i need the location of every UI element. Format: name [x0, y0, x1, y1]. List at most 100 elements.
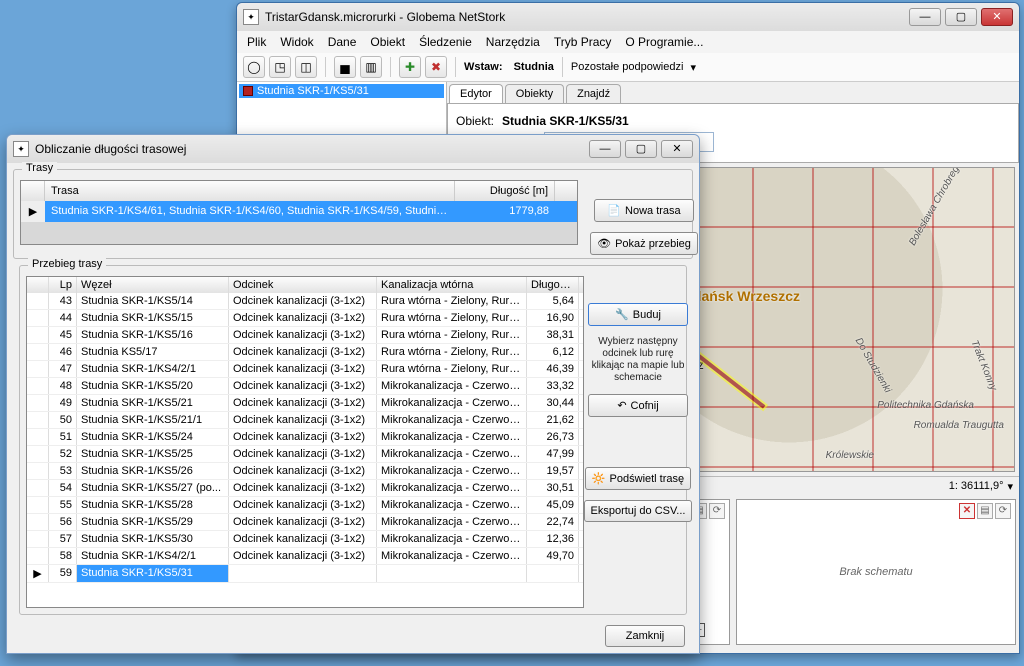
map-scale-dropdown-icon[interactable]: ▾: [1007, 480, 1013, 493]
map-traug: Romualda Traugutta: [914, 420, 1004, 431]
trasy-col-dlugosc[interactable]: Długość [m]: [455, 181, 555, 201]
table-row[interactable]: 55Studnia SKR-1/KS5/28Odcinek kanalizacj…: [27, 497, 583, 514]
map-krol: Królewskie: [826, 450, 874, 461]
table-row[interactable]: 51Studnia SKR-1/KS5/24Odcinek kanalizacj…: [27, 429, 583, 446]
gear-icon: 🔧: [615, 308, 629, 321]
map-stud: Do Studzienki: [853, 336, 893, 395]
trasy-legend: Trasy: [22, 162, 57, 174]
insert-label: Wstaw:: [464, 61, 503, 73]
toolbar-btn-5[interactable]: ▥: [360, 56, 382, 78]
tree-item-label: Studnia SKR-1/KS5/31: [257, 85, 369, 97]
window-title: TristarGdansk.microrurki - Globema NetSt…: [265, 10, 909, 24]
insert-object[interactable]: Studnia: [514, 61, 554, 73]
map-scale: 1: 36111,9°: [949, 480, 1004, 492]
trasy-table[interactable]: Trasa Długość [m] ▶ Studnia SKR-1/KS4/61…: [20, 180, 578, 245]
eye-icon: 👁: [597, 237, 611, 250]
toolbar-delete[interactable]: ✖: [425, 56, 447, 78]
dialog-maximize[interactable]: ▢: [625, 140, 657, 158]
menu-tryb-pracy[interactable]: Tryb Pracy: [554, 35, 612, 49]
schematic-right[interactable]: ✕ ▤ ⟳ Brak schematu: [736, 499, 1016, 645]
map-trakt: Trakt Konny: [968, 339, 998, 392]
dialog-title: Obliczanie długości trasowej: [35, 142, 589, 156]
menu-dane[interactable]: Dane: [328, 35, 357, 49]
trasy-col-trasa[interactable]: Trasa: [45, 181, 455, 201]
col-odcinek[interactable]: Odcinek: [229, 277, 377, 293]
toolbar-btn-4[interactable]: ▅: [334, 56, 356, 78]
build-button[interactable]: 🔧Buduj: [588, 303, 688, 326]
table-row[interactable]: 54Studnia SKR-1/KS5/27 (po...Odcinek kan…: [27, 480, 583, 497]
table-row[interactable]: 58Studnia SKR-1/KS4/2/1Odcinek kanalizac…: [27, 548, 583, 565]
no-schema-label: Brak schematu: [839, 566, 912, 578]
toolbar-btn-2[interactable]: ◳: [269, 56, 291, 78]
menu-obiekt[interactable]: Obiekt: [370, 35, 405, 49]
dialog-icon: ✦: [13, 141, 29, 157]
toolbar-add[interactable]: ✚: [399, 56, 421, 78]
doc-icon: 📄: [607, 204, 621, 217]
table-row[interactable]: ▶59Studnia SKR-1/KS5/31: [27, 565, 583, 583]
hints-dropdown[interactable]: Pozostałe podpowiedzi: [571, 61, 684, 73]
table-row[interactable]: 50Studnia SKR-1/KS5/21/1Odcinek kanaliza…: [27, 412, 583, 429]
dialog-titlebar[interactable]: ✦ Obliczanie długości trasowej — ▢ ✕: [7, 135, 699, 163]
menu-narzedzia[interactable]: Narzędzia: [486, 35, 540, 49]
przebieg-group-wrap: Przebieg trasy Lp Węzeł Odcinek Kanaliza…: [13, 265, 693, 615]
schem-close-icon[interactable]: ✕: [959, 503, 975, 519]
toolbar-btn-3[interactable]: ◫: [295, 56, 317, 78]
highlight-icon: 🔆: [592, 472, 606, 485]
close-button[interactable]: ✕: [981, 8, 1013, 26]
trasy-row-trasa: Studnia SKR-1/KS4/61, Studnia SKR-1/KS4/…: [45, 201, 455, 222]
map-chrob: Bolesława Chrobrego: [908, 167, 965, 248]
maximize-button[interactable]: ▢: [945, 8, 977, 26]
export-csv-button[interactable]: Eksportuj do CSV...: [584, 500, 693, 522]
minimize-button[interactable]: —: [909, 8, 941, 26]
main-toolbar: ◯ ◳ ◫ ▅ ▥ ✚ ✖ Wstaw: Studnia Pozostałe p…: [237, 53, 1019, 82]
tab-obiekty[interactable]: Obiekty: [505, 84, 564, 103]
tab-edytor[interactable]: Edytor: [449, 84, 503, 103]
col-wezel[interactable]: Węzeł: [77, 277, 229, 293]
show-route-button[interactable]: 👁Pokaż przebieg: [590, 232, 698, 255]
dialog-close[interactable]: ✕: [661, 140, 693, 158]
tree-item-selected[interactable]: Studnia SKR-1/KS5/31: [239, 84, 444, 98]
editor-object-value: Studnia SKR-1/KS5/31: [502, 114, 629, 128]
col-kanalizacja[interactable]: Kanalizacja wtórna: [377, 277, 527, 293]
col-dlugosc[interactable]: Długość [m]: [527, 277, 579, 293]
table-row[interactable]: 56Studnia SKR-1/KS5/29Odcinek kanalizacj…: [27, 514, 583, 531]
menu-plik[interactable]: Plik: [247, 35, 266, 49]
highlight-route-button[interactable]: 🔆Podświetl trasę: [585, 467, 691, 490]
table-row[interactable]: 46Studnia KS5/17Odcinek kanalizacji (3-1…: [27, 344, 583, 361]
dialog-close-button[interactable]: Zamknij: [605, 625, 685, 647]
table-row[interactable]: 49Studnia SKR-1/KS5/21Odcinek kanalizacj…: [27, 395, 583, 412]
schem-tool-c[interactable]: ▤: [977, 503, 993, 519]
menu-widok[interactable]: Widok: [280, 35, 313, 49]
main-menubar: Plik Widok Dane Obiekt Śledzenie Narzędz…: [237, 31, 1019, 53]
table-row[interactable]: 45Studnia SKR-1/KS5/16Odcinek kanalizacj…: [27, 327, 583, 344]
undo-button[interactable]: ↶Cofnij: [588, 394, 688, 417]
toolbar-btn-1[interactable]: ◯: [243, 56, 265, 78]
schem-tool-b[interactable]: ⟳: [709, 503, 725, 519]
tab-znajdz[interactable]: Znajdź: [566, 84, 621, 103]
table-row[interactable]: 57Studnia SKR-1/KS5/30Odcinek kanalizacj…: [27, 531, 583, 548]
col-lp[interactable]: Lp: [49, 277, 77, 293]
table-row[interactable]: 44Studnia SKR-1/KS5/15Odcinek kanalizacj…: [27, 310, 583, 327]
menu-o-programie[interactable]: O Programie...: [625, 35, 703, 49]
menu-sledzenie[interactable]: Śledzenie: [419, 35, 472, 49]
editor-tabs: Edytor Obiekty Znajdź: [447, 82, 1019, 103]
trasy-row-selected[interactable]: ▶ Studnia SKR-1/KS4/61, Studnia SKR-1/KS…: [21, 201, 577, 222]
main-titlebar[interactable]: ✦ TristarGdansk.microrurki - Globema Net…: [237, 3, 1019, 31]
przebieg-table[interactable]: Lp Węzeł Odcinek Kanalizacja wtórna Dług…: [26, 276, 584, 608]
app-icon: ✦: [243, 9, 259, 25]
dialog-minimize[interactable]: —: [589, 140, 621, 158]
tree-icon: [243, 86, 253, 96]
editor-object-label: Obiekt:: [456, 114, 494, 128]
table-row[interactable]: 47Studnia SKR-1/KS4/2/1Odcinek kanalizac…: [27, 361, 583, 378]
table-row[interactable]: 52Studnia SKR-1/KS5/25Odcinek kanalizacj…: [27, 446, 583, 463]
route-length-dialog: ✦ Obliczanie długości trasowej — ▢ ✕ Tra…: [6, 134, 700, 654]
schem-tool-d[interactable]: ⟳: [995, 503, 1011, 519]
table-row[interactable]: 53Studnia SKR-1/KS5/26Odcinek kanalizacj…: [27, 463, 583, 480]
table-row[interactable]: 48Studnia SKR-1/KS5/20Odcinek kanalizacj…: [27, 378, 583, 395]
table-row[interactable]: 43Studnia SKR-1/KS5/14Odcinek kanalizacj…: [27, 293, 583, 310]
trasy-row-dlugosc: 1779,88: [455, 201, 555, 222]
new-route-button[interactable]: 📄Nowa trasa: [594, 199, 694, 222]
build-hint: Wybierz następny odcinek lub rurę klikaj…: [588, 336, 688, 384]
przebieg-legend: Przebieg trasy: [28, 258, 106, 270]
map-polit: Politechnika Gdańska: [877, 400, 974, 411]
